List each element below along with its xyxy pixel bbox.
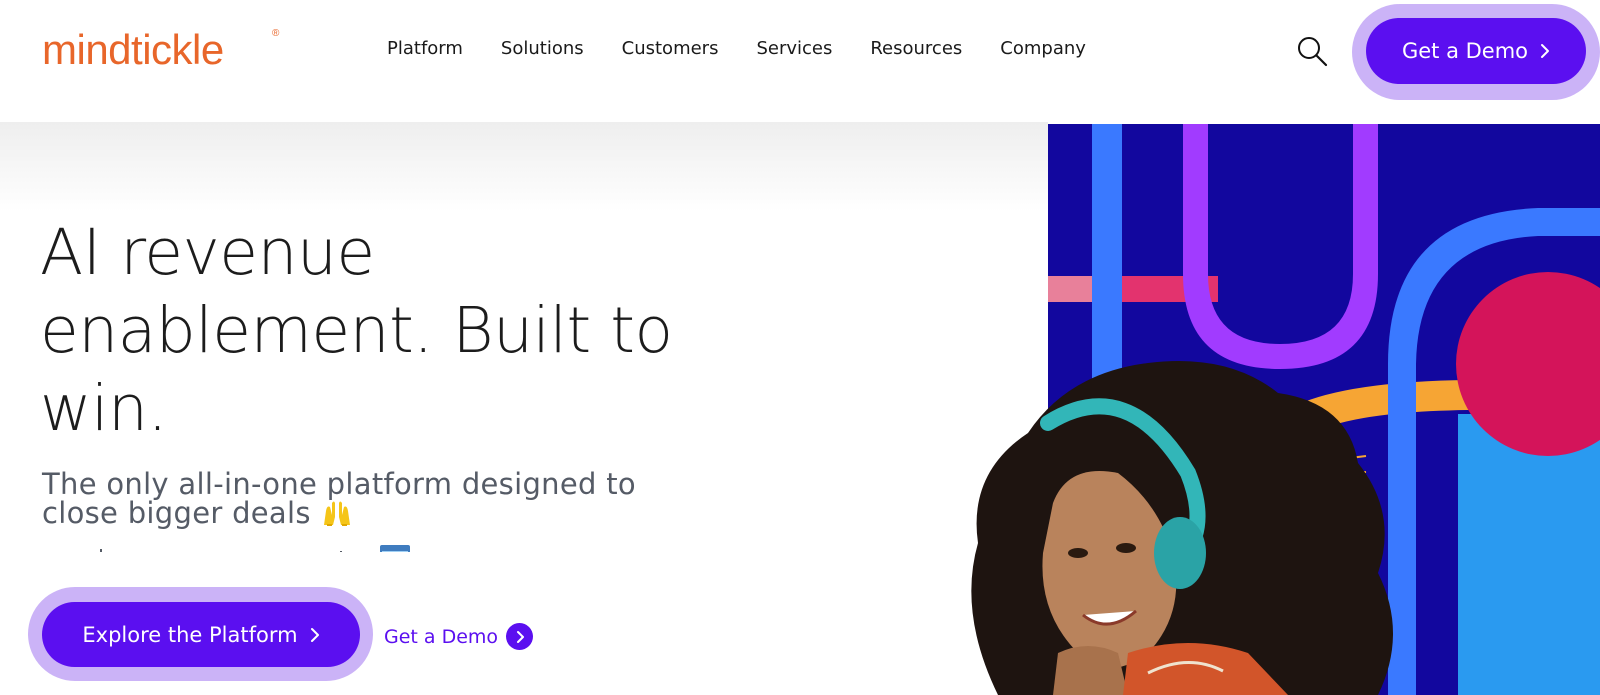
nav-company[interactable]: Company bbox=[1000, 38, 1086, 59]
search-icon[interactable] bbox=[1296, 35, 1328, 67]
hero-person-photo bbox=[958, 353, 1428, 695]
hero-subhead: The only all-in-one platform designed to… bbox=[42, 470, 702, 528]
mindtickle-logo[interactable]: mindtickle bbox=[42, 26, 224, 74]
hero-headline: AI revenue enablement. Built to win. bbox=[40, 216, 673, 445]
raised-hands-icon bbox=[324, 501, 351, 526]
registered-mark: ® bbox=[272, 28, 280, 39]
nav-customers[interactable]: Customers bbox=[622, 38, 719, 59]
chevron-right-icon bbox=[1541, 44, 1550, 58]
get-demo-link[interactable]: Get a Demo bbox=[384, 623, 534, 650]
nav-platform[interactable]: Platform bbox=[387, 38, 463, 59]
arrow-circle-icon bbox=[506, 623, 534, 650]
chevron-right-icon bbox=[310, 627, 319, 642]
nav-solutions[interactable]: Solutions bbox=[501, 38, 584, 59]
explore-platform-label: Explore the Platform bbox=[82, 622, 298, 647]
get-demo-label: Get a Demo bbox=[1401, 39, 1529, 63]
hero-top-shadow bbox=[0, 122, 1048, 212]
book-icon bbox=[100, 545, 410, 552]
nav-resources[interactable]: Resources bbox=[870, 38, 962, 59]
explore-platform-button[interactable]: Explore the Platform bbox=[42, 602, 360, 667]
main-nav: Platform Solutions Customers Services Re… bbox=[387, 38, 1124, 59]
get-demo-link-label: Get a Demo bbox=[384, 625, 499, 648]
get-demo-button[interactable]: Get a Demo bbox=[1366, 18, 1586, 84]
rotating-text-clip bbox=[42, 540, 702, 552]
site-header: mindtickle ® Platform Solutions Customer… bbox=[0, 0, 1600, 122]
nav-services[interactable]: Services bbox=[756, 38, 832, 59]
